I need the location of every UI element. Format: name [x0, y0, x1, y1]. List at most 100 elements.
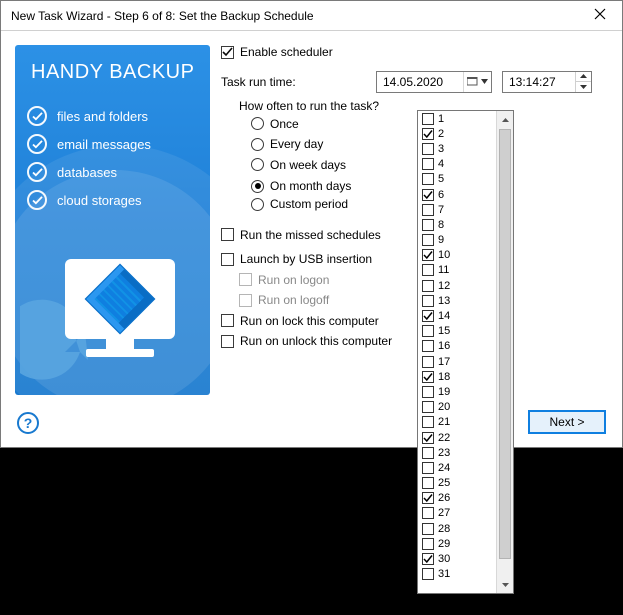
- run-on-logon-checkbox: Run on logon: [239, 273, 329, 287]
- run-on-unlock-checkbox[interactable]: Run on unlock this computer: [221, 334, 392, 348]
- day-row[interactable]: 17: [418, 354, 496, 369]
- day-checkbox[interactable]: [422, 553, 434, 565]
- day-checkbox[interactable]: [422, 462, 434, 474]
- day-checkbox[interactable]: [422, 477, 434, 489]
- day-checkbox[interactable]: [422, 310, 434, 322]
- day-number: 25: [438, 477, 450, 489]
- day-checkbox[interactable]: [422, 143, 434, 155]
- day-row[interactable]: 4: [418, 157, 496, 172]
- day-checkbox[interactable]: [422, 356, 434, 368]
- day-checkbox[interactable]: [422, 371, 434, 383]
- day-checkbox[interactable]: [422, 173, 434, 185]
- day-checkbox[interactable]: [422, 523, 434, 535]
- day-row[interactable]: 25: [418, 476, 496, 491]
- day-checkbox[interactable]: [422, 401, 434, 413]
- day-checkbox[interactable]: [422, 325, 434, 337]
- scroll-up-icon[interactable]: [497, 111, 513, 128]
- day-row[interactable]: 31: [418, 567, 496, 582]
- day-checkbox[interactable]: [422, 492, 434, 504]
- day-row[interactable]: 20: [418, 400, 496, 415]
- day-row[interactable]: 24: [418, 460, 496, 475]
- day-row[interactable]: 5: [418, 172, 496, 187]
- radio-custom-period[interactable]: Custom period: [251, 197, 348, 211]
- day-row[interactable]: 30: [418, 551, 496, 566]
- scroll-down-icon[interactable]: [497, 576, 513, 593]
- day-row[interactable]: 27: [418, 506, 496, 521]
- day-number: 31: [438, 568, 450, 580]
- day-row[interactable]: 3: [418, 141, 496, 156]
- enable-scheduler-label: Enable scheduler: [240, 45, 333, 59]
- spin-up-icon[interactable]: [576, 72, 591, 83]
- day-row[interactable]: 26: [418, 491, 496, 506]
- day-number: 8: [438, 219, 444, 231]
- calendar-dropdown-icon[interactable]: [463, 72, 491, 92]
- radio-once[interactable]: Once: [251, 117, 299, 131]
- day-row[interactable]: 10: [418, 248, 496, 263]
- day-row[interactable]: 2: [418, 126, 496, 141]
- day-checkbox[interactable]: [422, 189, 434, 201]
- day-row[interactable]: 22: [418, 430, 496, 445]
- day-number: 2: [438, 128, 444, 140]
- checkbox-icon: [221, 335, 234, 348]
- day-checkbox[interactable]: [422, 295, 434, 307]
- day-number: 26: [438, 492, 450, 504]
- spin-down-icon[interactable]: [576, 82, 591, 92]
- day-row[interactable]: 19: [418, 384, 496, 399]
- day-row[interactable]: 14: [418, 308, 496, 323]
- day-row[interactable]: 8: [418, 217, 496, 232]
- close-button[interactable]: [578, 1, 622, 30]
- help-button[interactable]: ?: [17, 412, 39, 434]
- radio-on-month-days[interactable]: On month days: [251, 179, 351, 193]
- date-picker[interactable]: 14.05.2020: [376, 71, 492, 93]
- day-checkbox[interactable]: [422, 204, 434, 216]
- day-row[interactable]: 18: [418, 369, 496, 384]
- day-number: 5: [438, 173, 444, 185]
- scroll-thumb[interactable]: [499, 129, 511, 559]
- day-checkbox[interactable]: [422, 128, 434, 140]
- day-checkbox[interactable]: [422, 264, 434, 276]
- day-row[interactable]: 6: [418, 187, 496, 202]
- enable-scheduler-checkbox[interactable]: Enable scheduler: [221, 45, 333, 59]
- day-checkbox[interactable]: [422, 386, 434, 398]
- time-value: 13:14:27: [503, 75, 575, 89]
- time-picker[interactable]: 13:14:27: [502, 71, 592, 93]
- day-number: 17: [438, 356, 450, 368]
- day-row[interactable]: 12: [418, 278, 496, 293]
- radio-on-week-days[interactable]: On week days: [251, 158, 346, 172]
- day-checkbox[interactable]: [422, 249, 434, 261]
- day-checkbox[interactable]: [422, 416, 434, 428]
- day-row[interactable]: 7: [418, 202, 496, 217]
- month-days-list[interactable]: 1234567891011121314151617181920212223242…: [418, 111, 496, 593]
- launch-usb-checkbox[interactable]: Launch by USB insertion: [221, 252, 372, 266]
- day-checkbox[interactable]: [422, 538, 434, 550]
- day-row[interactable]: 16: [418, 339, 496, 354]
- day-checkbox[interactable]: [422, 507, 434, 519]
- day-row[interactable]: 9: [418, 233, 496, 248]
- day-checkbox[interactable]: [422, 280, 434, 292]
- titlebar: New Task Wizard - Step 6 of 8: Set the B…: [1, 1, 622, 31]
- day-checkbox[interactable]: [422, 432, 434, 444]
- day-checkbox[interactable]: [422, 113, 434, 125]
- run-missed-checkbox[interactable]: Run the missed schedules: [221, 228, 381, 242]
- day-checkbox[interactable]: [422, 568, 434, 580]
- day-row[interactable]: 23: [418, 445, 496, 460]
- day-checkbox[interactable]: [422, 447, 434, 459]
- run-on-logoff-label: Run on logoff: [258, 293, 329, 307]
- day-checkbox[interactable]: [422, 158, 434, 170]
- day-row[interactable]: 21: [418, 415, 496, 430]
- day-row[interactable]: 11: [418, 263, 496, 278]
- day-checkbox[interactable]: [422, 219, 434, 231]
- scrollbar[interactable]: [496, 111, 513, 593]
- day-row[interactable]: 1: [418, 111, 496, 126]
- day-checkbox[interactable]: [422, 340, 434, 352]
- day-number: 7: [438, 204, 444, 216]
- next-button[interactable]: Next >: [528, 410, 606, 434]
- run-on-lock-checkbox[interactable]: Run on lock this computer: [221, 314, 379, 328]
- day-row[interactable]: 15: [418, 324, 496, 339]
- day-checkbox[interactable]: [422, 234, 434, 246]
- day-row[interactable]: 13: [418, 293, 496, 308]
- radio-every-day[interactable]: Every day: [251, 137, 323, 151]
- date-value: 14.05.2020: [377, 75, 463, 89]
- day-row[interactable]: 28: [418, 521, 496, 536]
- day-row[interactable]: 29: [418, 536, 496, 551]
